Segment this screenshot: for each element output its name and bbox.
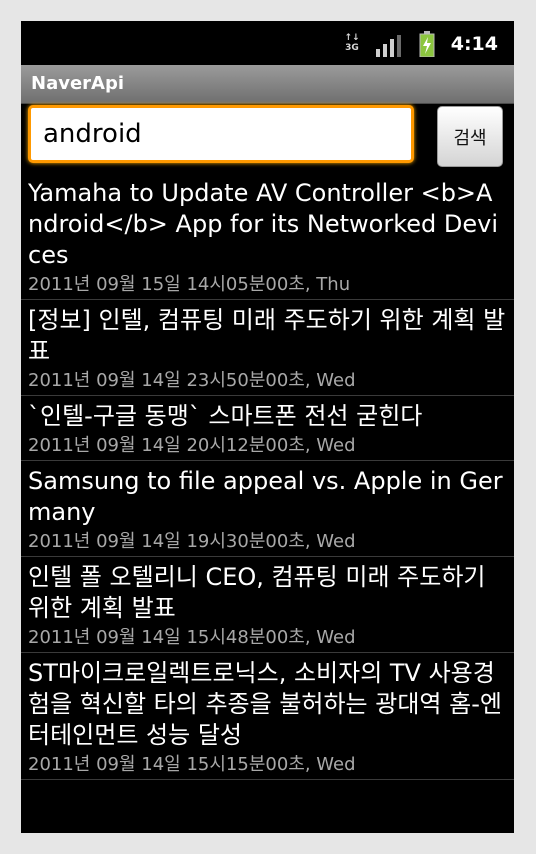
- item-date: 2011년 09월 14일 23시50분00초, Wed: [28, 370, 356, 391]
- list-item[interactable]: 인텔 폴 오텔리니 CEO, 컴퓨팅 미래 주도하기 위한 계획 발표 2011…: [21, 557, 514, 653]
- search-row: 검색: [21, 103, 514, 169]
- list-item[interactable]: ST마이크로일렉트로닉스, 소비자의 TV 사용경험을 혁신할 타의 추종을 불…: [21, 653, 514, 780]
- app-title: NaverApi: [31, 73, 125, 94]
- item-date: 2011년 09월 14일 20시12분00초, Wed: [28, 435, 356, 456]
- clock: 4:14: [450, 33, 498, 55]
- search-input[interactable]: [28, 105, 414, 163]
- battery-charging-icon: [419, 31, 435, 57]
- item-date: 2011년 09월 15일 14시05분00초, Thu: [28, 274, 351, 295]
- device-screen: ↑↓ 3G 4:14 NaverApi 검색 Yamaha to Update …: [21, 21, 514, 833]
- item-date: 2011년 09월 14일 15시48분00초, Wed: [28, 627, 356, 648]
- item-title: Yamaha to Update AV Controller <b>Androi…: [28, 179, 498, 269]
- item-title: `인텔-구글 동맹` 스마트폰 전선 굳힌다: [28, 402, 423, 430]
- search-button[interactable]: 검색: [437, 106, 503, 167]
- item-title: 인텔 폴 오텔리니 CEO, 컴퓨팅 미래 주도하기 위한 계획 발표: [28, 563, 486, 622]
- item-title: Samsung to file appeal vs. Apple in Germ…: [28, 467, 503, 526]
- item-title: ST마이크로일렉트로닉스, 소비자의 TV 사용경험을 혁신할 타의 추종을 불…: [28, 659, 502, 749]
- title-bar: NaverApi: [21, 65, 514, 104]
- item-date: 2011년 09월 14일 15시15분00초, Wed: [28, 754, 356, 775]
- item-date: 2011년 09월 14일 19시30분00초, Wed: [28, 531, 356, 552]
- item-title: [정보] 인텔, 컴퓨팅 미래 주도하기 위한 계획 발표: [28, 306, 506, 365]
- signal-strength-icon: [376, 35, 401, 57]
- list-item[interactable]: Samsung to file appeal vs. Apple in Germ…: [21, 461, 514, 557]
- results-list[interactable]: Yamaha to Update AV Controller <b>Androi…: [21, 173, 514, 780]
- list-item[interactable]: [정보] 인텔, 컴퓨팅 미래 주도하기 위한 계획 발표 2011년 09월 …: [21, 300, 514, 396]
- status-bar: ↑↓ 3G 4:14: [21, 21, 514, 65]
- network-label: 3G: [345, 43, 359, 53]
- network-3g-icon: ↑↓ 3G: [344, 33, 360, 53]
- list-item[interactable]: `인텔-구글 동맹` 스마트폰 전선 굳힌다 2011년 09월 14일 20시…: [21, 396, 514, 461]
- list-item[interactable]: Yamaha to Update AV Controller <b>Androi…: [21, 173, 514, 300]
